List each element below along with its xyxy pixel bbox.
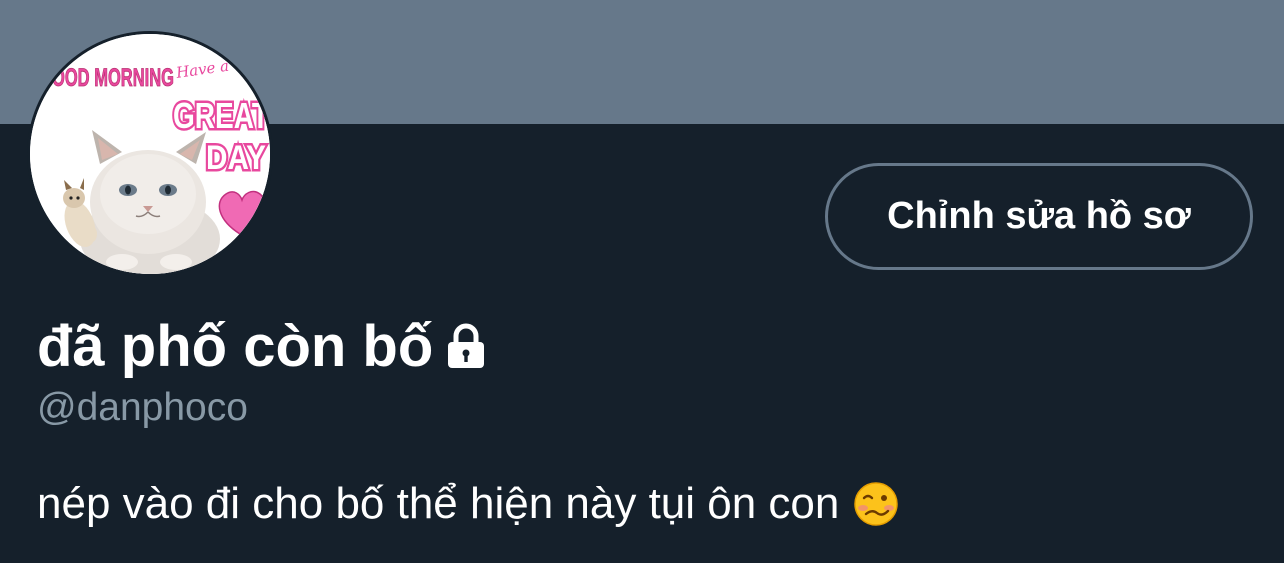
profile-bio: nép vào đi cho bố thể hiện này tụi ôn co… <box>37 474 899 534</box>
cat-illustration <box>80 130 220 274</box>
avatar-text-good-morning: OOD MORNING <box>52 64 174 92</box>
edit-profile-button[interactable]: Chỉnh sửa hồ sơ <box>825 163 1253 270</box>
profile-avatar[interactable]: OOD MORNING Have a GREAT DAY <box>27 31 273 277</box>
profile-handle: @danphoco <box>37 386 248 429</box>
woozy-face-icon <box>853 481 899 527</box>
display-name: đã phố còn bố <box>37 313 434 379</box>
avatar-text-great: GREAT <box>173 95 269 136</box>
bio-text: nép vào đi cho bố thể hiện này tụi ôn co… <box>37 479 840 528</box>
avatar-text-day: DAY <box>206 139 266 177</box>
display-name-row: đã phố còn bố <box>37 308 491 384</box>
avatar-image: OOD MORNING Have a GREAT DAY <box>30 34 270 274</box>
lock-icon <box>441 321 491 371</box>
